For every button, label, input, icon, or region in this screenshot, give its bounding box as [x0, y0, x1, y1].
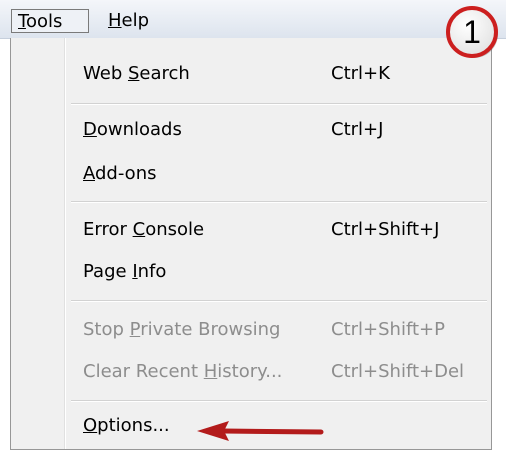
menu-separator	[71, 103, 487, 105]
badge-number: 1	[463, 14, 481, 50]
menu-item-shortcut: Ctrl+J	[331, 119, 384, 140]
menu-tools[interactable]: Tools	[11, 9, 89, 33]
label-mnemonic: O	[83, 415, 98, 436]
menu-separator	[71, 400, 487, 402]
step-number-badge: 1	[446, 6, 498, 58]
menu-tools-label-after: ools	[25, 11, 63, 32]
label-after: ownloads	[96, 119, 182, 140]
menu-item-label: Web Search	[83, 62, 190, 86]
menu-bar: Tools Help	[0, 0, 506, 39]
menu-help-mnemonic: H	[108, 10, 122, 31]
label-after: onsole	[145, 219, 205, 240]
menu-item-shortcut: Ctrl+K	[331, 63, 390, 84]
menu-item-label: Downloads	[83, 118, 182, 142]
label-mnemonic: H	[203, 361, 218, 382]
label-before: Clear Recent	[83, 361, 204, 382]
label-after: nfo	[137, 261, 167, 282]
menu-item-label: Add-ons	[83, 162, 156, 186]
label-before: Web	[83, 63, 128, 84]
menu-item-clear-recent-history: Clear Recent History... Ctrl+Shift+Del	[11, 352, 491, 392]
label-after: ptions...	[97, 415, 170, 436]
menu-item-label: Options...	[83, 414, 170, 438]
label-mnemonic: S	[127, 63, 140, 84]
label-before: Error	[83, 219, 133, 240]
label-mnemonic: D	[83, 119, 97, 140]
screenshot-stage: Tools Help Web Search Ctrl+K Downloads C…	[0, 0, 506, 455]
menu-separator	[71, 300, 487, 302]
menu-item-web-search[interactable]: Web Search Ctrl+K	[11, 54, 491, 94]
arrow-shaft	[220, 428, 324, 435]
label-mnemonic: P	[129, 319, 141, 340]
left-arrow-icon	[197, 421, 324, 441]
menu-item-shortcut: Ctrl+Shift+J	[331, 219, 440, 240]
label-after: earch	[139, 63, 190, 84]
menu-item-shortcut: Ctrl+Shift+P	[331, 319, 445, 340]
label-after: dd-ons	[95, 163, 157, 184]
menu-item-addons[interactable]: Add-ons	[11, 154, 491, 194]
menu-separator	[71, 201, 487, 203]
label-before: Stop	[83, 319, 130, 340]
menu-item-label: Page Info	[83, 260, 166, 284]
menu-item-label: Error Console	[83, 218, 204, 242]
menu-help[interactable]: Help	[102, 9, 172, 33]
label-after: rivate Browsing	[140, 319, 281, 340]
menu-item-label: Clear Recent History...	[83, 360, 282, 384]
menu-item-page-info[interactable]: Page Info	[11, 252, 491, 292]
label-mnemonic: C	[132, 219, 146, 240]
menu-item-stop-private-browsing: Stop Private Browsing Ctrl+Shift+P	[11, 310, 491, 350]
menu-help-label-after: elp	[121, 10, 150, 31]
menu-item-label: Stop Private Browsing	[83, 318, 280, 342]
menu-item-error-console[interactable]: Error Console Ctrl+Shift+J	[11, 210, 491, 250]
label-before: Page	[83, 261, 133, 282]
label-mnemonic: A	[83, 163, 95, 184]
tools-dropdown-menu: Web Search Ctrl+K Downloads Ctrl+J Add-o…	[10, 38, 492, 450]
menu-tools-mnemonic: T	[18, 11, 26, 32]
label-after: istory...	[217, 361, 283, 382]
menu-item-downloads[interactable]: Downloads Ctrl+J	[11, 110, 491, 150]
menu-item-shortcut: Ctrl+Shift+Del	[331, 361, 465, 382]
